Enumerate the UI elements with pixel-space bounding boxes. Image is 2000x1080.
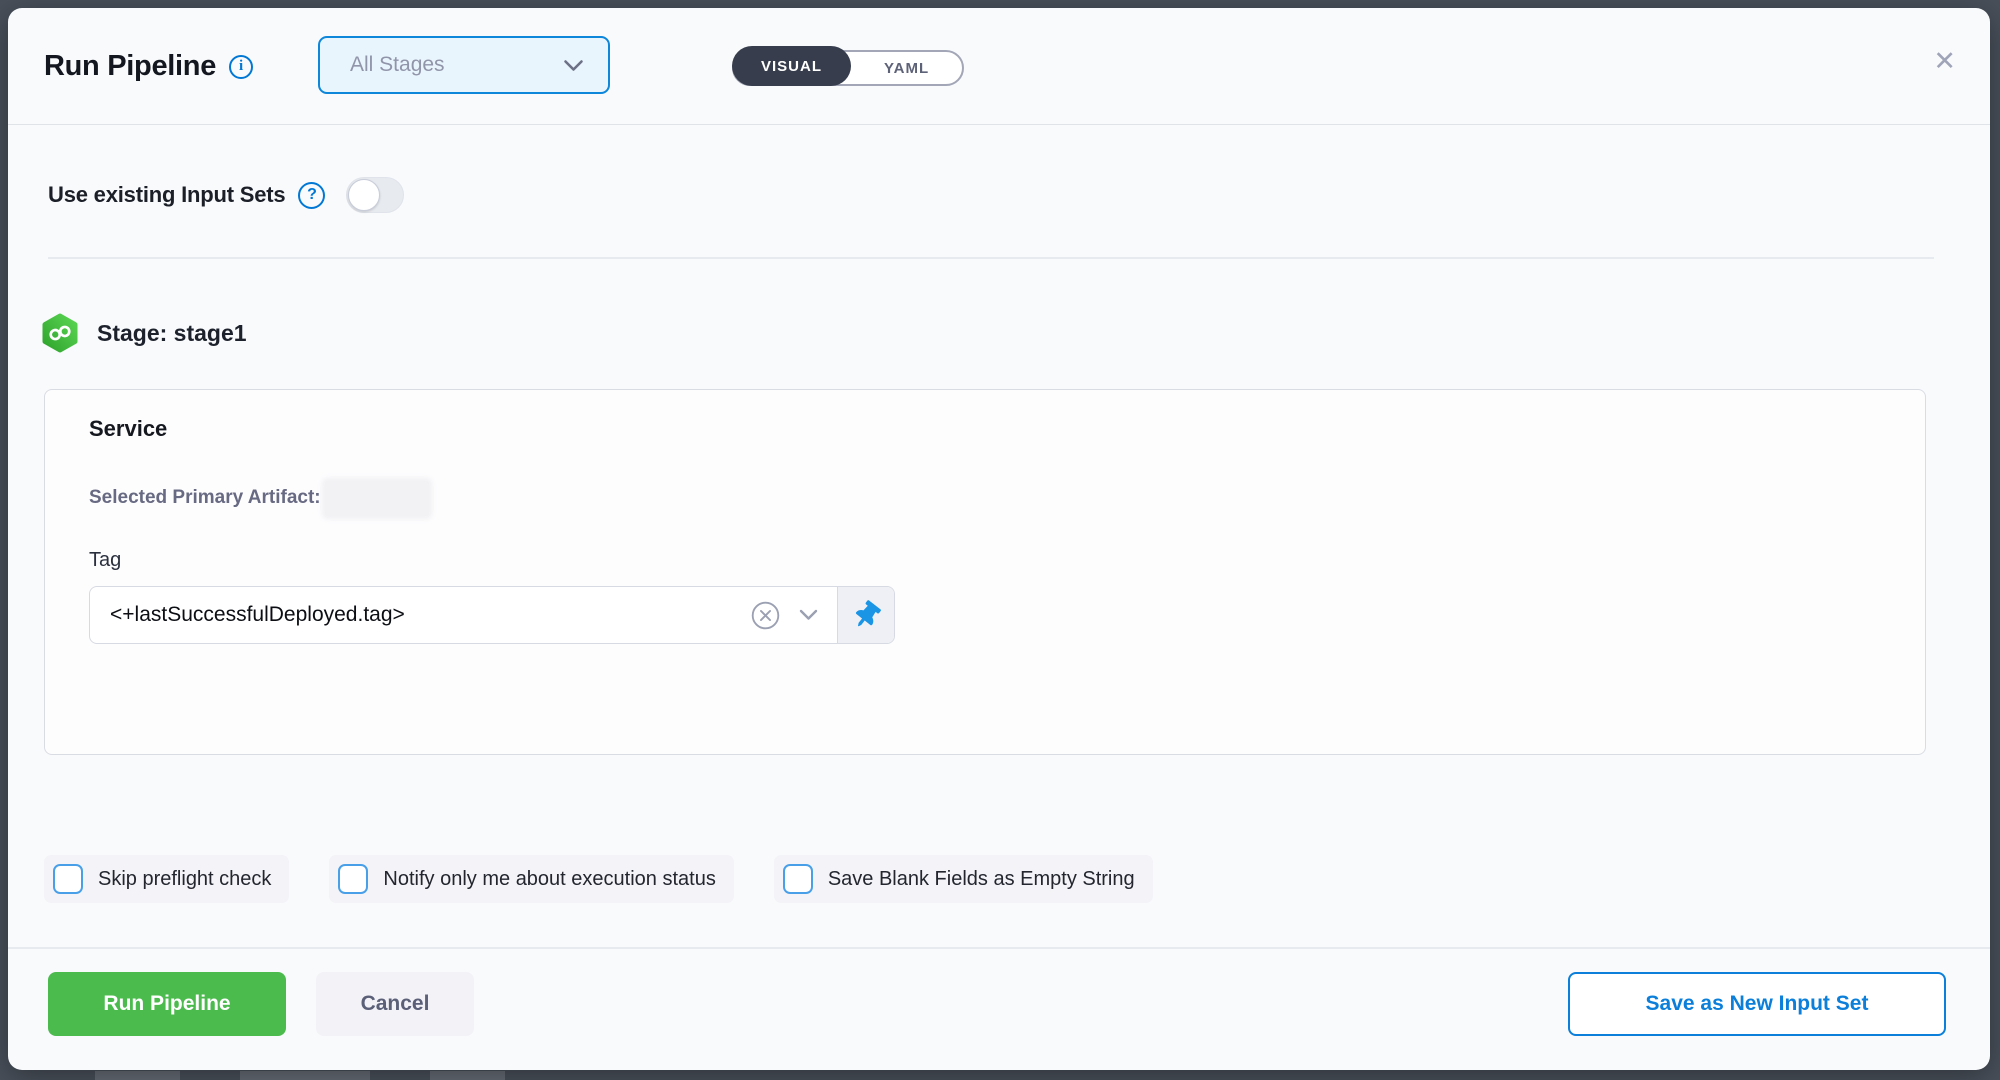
use-existing-input-sets-row: Use existing Input Sets ? (48, 175, 1954, 215)
selected-artifact-row: Selected Primary Artifact: (89, 480, 1881, 516)
stage-selector-dropdown[interactable]: All Stages (318, 36, 610, 94)
clear-icon[interactable] (741, 600, 790, 631)
modal-footer: Run Pipeline Cancel Save as New Input Se… (8, 947, 1990, 1068)
background-page-remnant (240, 1071, 370, 1080)
stage-row: Stage: stage1 (40, 313, 1990, 353)
background-page-remnant (430, 1071, 505, 1080)
checkbox-save-blank-fields[interactable] (783, 864, 813, 894)
checkbox-skip-preflight[interactable] (53, 864, 83, 894)
help-icon[interactable]: ? (298, 182, 325, 209)
info-icon[interactable]: i (229, 55, 253, 79)
stage-selector-value: All Stages (350, 53, 445, 77)
cancel-button[interactable]: Cancel (316, 972, 474, 1036)
option-label: Skip preflight check (98, 868, 271, 891)
title-wrap: Run Pipeline i (44, 8, 253, 125)
checkbox-notify-only-me[interactable] (338, 864, 368, 894)
chevron-down-icon[interactable] (790, 609, 827, 621)
stage-hexagon-icon (40, 313, 80, 353)
divider (48, 257, 1934, 259)
option-skip-preflight-check[interactable]: Skip preflight check (44, 855, 289, 903)
chevron-down-icon (563, 59, 584, 72)
option-notify-only-me[interactable]: Notify only me about execution status (329, 855, 733, 903)
pushpin-icon (847, 596, 885, 634)
page-title: Run Pipeline (44, 50, 216, 83)
close-icon[interactable]: ✕ (1933, 48, 1956, 75)
option-label: Save Blank Fields as Empty String (828, 868, 1135, 891)
run-pipeline-button[interactable]: Run Pipeline (48, 972, 286, 1036)
tag-input[interactable] (90, 587, 741, 643)
redacted-artifact-value (325, 481, 429, 516)
view-mode-toggle: VISUAL YAML (732, 50, 964, 86)
toggle-knob (348, 179, 380, 211)
tab-visual[interactable]: VISUAL (732, 46, 851, 86)
stage-title: Stage: stage1 (97, 320, 247, 347)
use-existing-input-sets-label: Use existing Input Sets (48, 182, 285, 208)
tag-label: Tag (89, 546, 1881, 574)
service-card: Service Selected Primary Artifact: Tag (44, 389, 1926, 755)
run-options-row: Skip preflight check Notify only me abou… (44, 855, 1990, 903)
save-as-new-input-set-button[interactable]: Save as New Input Set (1568, 972, 1946, 1036)
use-existing-input-sets-toggle[interactable] (346, 177, 404, 213)
option-save-blank-fields[interactable]: Save Blank Fields as Empty String (774, 855, 1153, 903)
tab-yaml[interactable]: YAML (851, 60, 962, 77)
run-pipeline-modal: Run Pipeline i All Stages VISUAL YAML ✕ … (8, 8, 1990, 1070)
background-page-remnant (95, 1071, 180, 1080)
option-label: Notify only me about execution status (383, 868, 715, 891)
modal-header: Run Pipeline i All Stages VISUAL YAML ✕ (8, 8, 1990, 125)
service-card-title: Service (89, 414, 1881, 444)
tag-input-group (89, 586, 895, 644)
pin-button[interactable] (837, 587, 894, 643)
selected-primary-artifact-label: Selected Primary Artifact: (89, 487, 321, 509)
